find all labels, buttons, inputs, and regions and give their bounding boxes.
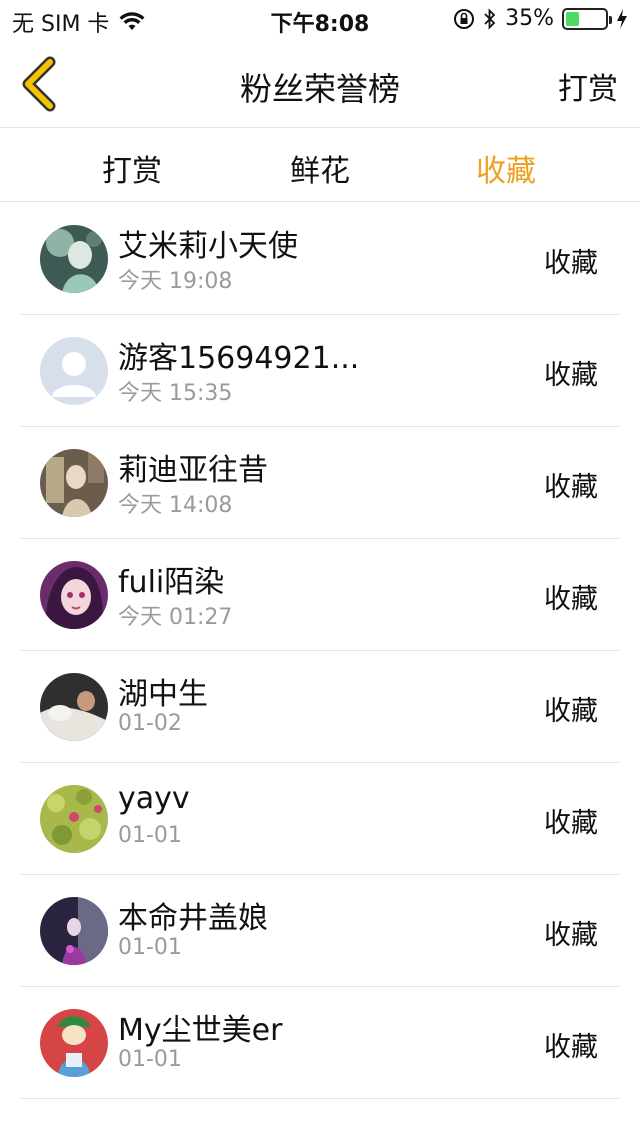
- battery-icon: [562, 7, 612, 30]
- tab-bar: 打赏 鲜花 收藏: [0, 128, 640, 202]
- list-item[interactable]: My尘世美er 01-01 收藏: [20, 987, 620, 1099]
- bluetooth-icon: [484, 7, 496, 30]
- list-item[interactable]: 莉迪亚往昔 今天 14:08 收藏: [20, 427, 620, 539]
- action-label: 收藏: [544, 696, 598, 727]
- action-label: 收藏: [544, 472, 598, 503]
- action-label: 收藏: [544, 248, 598, 279]
- list-item[interactable]: yayv 01-01 收藏: [20, 763, 620, 875]
- action-label: 收藏: [544, 360, 598, 391]
- rotation-lock-icon: [454, 8, 475, 29]
- fan-time: 01-02: [118, 711, 182, 736]
- fan-name: fuli陌染: [118, 565, 225, 600]
- list-item[interactable]: 本命井盖娘 01-01 收藏: [20, 875, 620, 987]
- fan-name: yayv: [118, 781, 190, 816]
- list-item[interactable]: fuli陌染 今天 01:27 收藏: [20, 539, 620, 651]
- status-bar: 无 SIM 卡 下午8:08 35%: [0, 0, 640, 40]
- fan-time: 01-01: [118, 1047, 182, 1072]
- fan-time: 今天 01:27: [118, 605, 233, 630]
- fan-time: 01-01: [118, 935, 182, 960]
- battery-fill: [566, 11, 580, 26]
- charging-icon: [617, 8, 627, 29]
- tab-favorites[interactable]: 收藏: [436, 146, 576, 190]
- fan-time: 今天 19:08: [118, 269, 233, 294]
- fan-list: 艾米莉小天使 今天 19:08 收藏 游客15694921... 今天 15:3…: [0, 203, 640, 1099]
- fan-time: 今天 15:35: [118, 381, 233, 406]
- avatar: [40, 897, 108, 965]
- status-right: 35%: [453, 6, 628, 31]
- fan-name: 本命井盖娘: [118, 901, 268, 936]
- action-label: 收藏: [544, 1032, 598, 1063]
- list-item[interactable]: 艾米莉小天使 今天 19:08 收藏: [20, 203, 620, 315]
- avatar: [40, 785, 108, 853]
- list-item[interactable]: 游客15694921... 今天 15:35 收藏: [20, 315, 620, 427]
- list-item[interactable]: 湖中生 01-02 收藏: [20, 651, 620, 763]
- fan-name: 湖中生: [118, 677, 208, 712]
- fan-name: 莉迪亚往昔: [118, 453, 268, 488]
- avatar: [40, 449, 108, 517]
- fan-name: 游客15694921...: [118, 341, 360, 376]
- tab-flowers[interactable]: 鲜花: [250, 146, 390, 190]
- action-label: 收藏: [544, 584, 598, 615]
- nav-bar: 粉丝荣誉榜 打赏: [0, 40, 640, 128]
- action-label: 收藏: [544, 920, 598, 951]
- avatar: [40, 561, 108, 629]
- avatar: [40, 1009, 108, 1077]
- tab-reward[interactable]: 打赏: [62, 146, 202, 190]
- fan-time: 01-01: [118, 823, 182, 848]
- reward-button[interactable]: 打赏: [558, 64, 618, 108]
- avatar: [40, 225, 108, 293]
- avatar: [40, 673, 108, 741]
- fan-time: 今天 14:08: [118, 493, 233, 518]
- fan-name: My尘世美er: [118, 1013, 283, 1048]
- battery-percent: 35%: [505, 6, 554, 31]
- fan-name: 艾米莉小天使: [118, 229, 298, 264]
- avatar: [40, 337, 108, 405]
- action-label: 收藏: [544, 808, 598, 839]
- page-title: 粉丝荣誉榜: [239, 70, 400, 108]
